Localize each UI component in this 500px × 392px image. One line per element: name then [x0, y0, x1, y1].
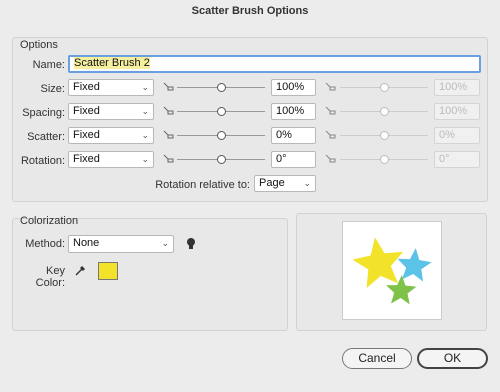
method-label: Method:	[25, 238, 65, 250]
chevron-down-icon: ⌄	[141, 130, 149, 140]
lightbulb-icon[interactable]	[186, 237, 196, 251]
size-input[interactable]: 100%	[271, 79, 316, 96]
rotation-label: Rotation:	[20, 155, 65, 167]
scatter-slider[interactable]	[177, 131, 265, 141]
scatter-method-value: Fixed	[73, 129, 100, 141]
chevron-down-icon: ⌄	[141, 106, 149, 116]
spacing-slider[interactable]	[177, 107, 265, 117]
pen-small-icon	[163, 154, 174, 163]
pen-large-icon	[325, 130, 336, 139]
size-method-value: Fixed	[73, 81, 100, 93]
options-group-title: Options	[20, 39, 58, 51]
rotation-relative-value: Page	[259, 177, 285, 189]
name-label: Name:	[32, 59, 65, 71]
spacing-input[interactable]: 100%	[271, 103, 316, 120]
spacing-method-value: Fixed	[73, 105, 100, 117]
ok-button[interactable]: OK	[417, 348, 488, 369]
scatter-input[interactable]: 0%	[271, 127, 316, 144]
size-slider-thumb[interactable]	[217, 83, 226, 92]
method-value: None	[73, 237, 100, 249]
scatter-slider-2	[340, 131, 428, 141]
method-select[interactable]: None ⌄	[68, 235, 174, 253]
chevron-down-icon: ⌄	[161, 238, 169, 248]
size-label: Size:	[40, 83, 65, 95]
scatter-method-select[interactable]: Fixed ⌄	[68, 127, 154, 144]
rotation-slider[interactable]	[177, 155, 265, 165]
chevron-down-icon: ⌄	[303, 178, 311, 188]
spacing-method-select[interactable]: Fixed ⌄	[68, 103, 154, 120]
rotation-input[interactable]: 0°	[271, 151, 316, 168]
rotation-input-2: 0°	[434, 151, 480, 168]
rotation-relative-label: Rotation relative to:	[155, 179, 250, 191]
size-slider-2	[340, 83, 428, 93]
scatter-label: Scatter:	[27, 131, 65, 143]
eyedropper-icon[interactable]	[74, 264, 87, 277]
name-field-value: Scatter Brush 2	[74, 57, 150, 69]
size-input-2: 100%	[434, 79, 480, 96]
blue-star-shape	[397, 248, 432, 282]
scatter-input-2: 0%	[434, 127, 480, 144]
pen-small-icon	[163, 106, 174, 115]
pen-small-icon	[163, 82, 174, 91]
pen-large-icon	[325, 106, 336, 115]
name-field[interactable]: Scatter Brush 2	[68, 55, 481, 73]
pen-large-icon	[325, 154, 336, 163]
size-slider[interactable]	[177, 83, 265, 93]
yellow-star-shape	[352, 237, 404, 288]
spacing-slider-2	[340, 107, 428, 117]
spacing-label: Spacing:	[22, 107, 65, 119]
pen-large-icon	[325, 82, 336, 91]
colorization-group-title: Colorization	[20, 215, 79, 227]
pen-small-icon	[163, 130, 174, 139]
dialog-title: Scatter Brush Options	[191, 5, 309, 17]
key-color-swatch[interactable]	[98, 262, 118, 280]
spacing-input-2: 100%	[434, 103, 480, 120]
size-method-select[interactable]: Fixed ⌄	[68, 79, 154, 96]
rotation-relative-select[interactable]: Page ⌄	[254, 175, 316, 192]
key-color-label: Key Color:	[35, 265, 65, 289]
rotation-method-value: Fixed	[73, 153, 100, 165]
rotation-slider-2	[340, 155, 428, 165]
cancel-button[interactable]: Cancel	[342, 348, 412, 369]
chevron-down-icon: ⌄	[141, 154, 149, 164]
rotation-method-select[interactable]: Fixed ⌄	[68, 151, 154, 168]
brush-preview	[342, 221, 442, 320]
chevron-down-icon: ⌄	[141, 82, 149, 92]
